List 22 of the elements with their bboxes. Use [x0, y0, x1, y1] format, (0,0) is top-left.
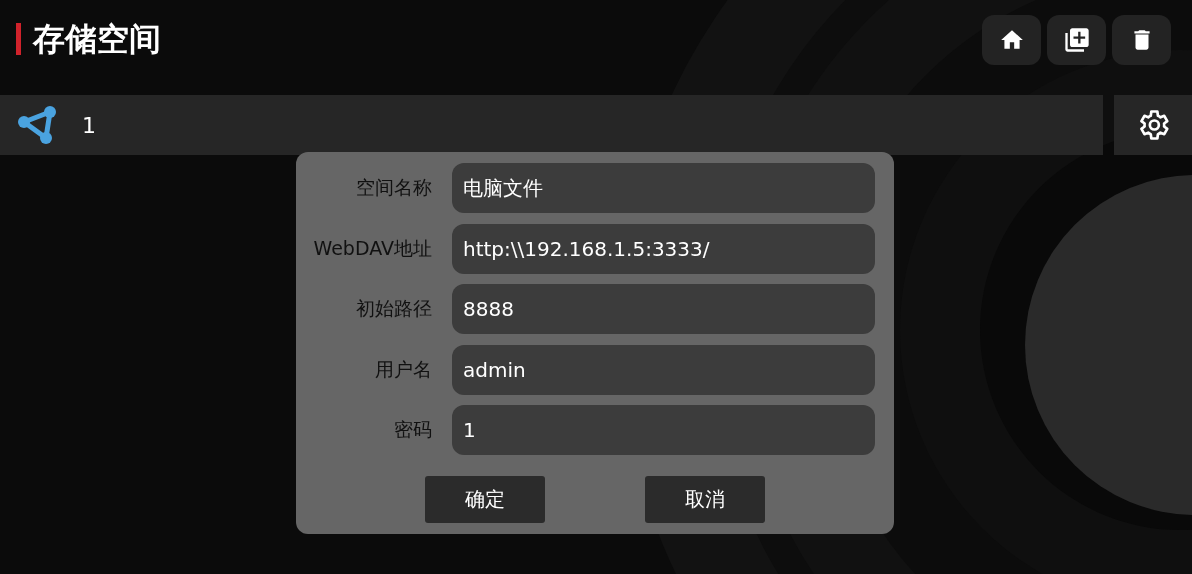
page-title: 存储空间	[33, 21, 161, 57]
field-label: 密码	[393, 417, 432, 442]
field-label: 空间名称	[355, 175, 432, 200]
share-node-icon	[16, 104, 58, 146]
dialog-button[interactable]: 取消	[645, 475, 765, 523]
add-copy-icon	[1062, 26, 1091, 54]
input-field[interactable]: admin	[452, 344, 875, 395]
input-field[interactable]: 电脑文件	[452, 163, 875, 213]
home-button[interactable]	[982, 15, 1041, 65]
settings-button[interactable]	[1114, 95, 1192, 155]
input-field[interactable]: 8888	[452, 284, 875, 334]
add-button[interactable]	[1047, 15, 1106, 65]
field-label: 初始路径	[355, 296, 432, 321]
title-accent-bar	[16, 23, 21, 55]
storage-item[interactable]: 1	[0, 95, 1103, 155]
storage-name: 1	[82, 112, 96, 138]
field-label: 用户名	[374, 356, 432, 382]
dialog-button[interactable]: 确定	[425, 475, 545, 523]
delete-button[interactable]	[1112, 15, 1171, 65]
input-field[interactable]: 1	[452, 405, 875, 455]
input-field[interactable]: http:\\192.168.1.5:3333/	[452, 223, 875, 274]
field-label: WebDAV地址	[312, 235, 432, 261]
